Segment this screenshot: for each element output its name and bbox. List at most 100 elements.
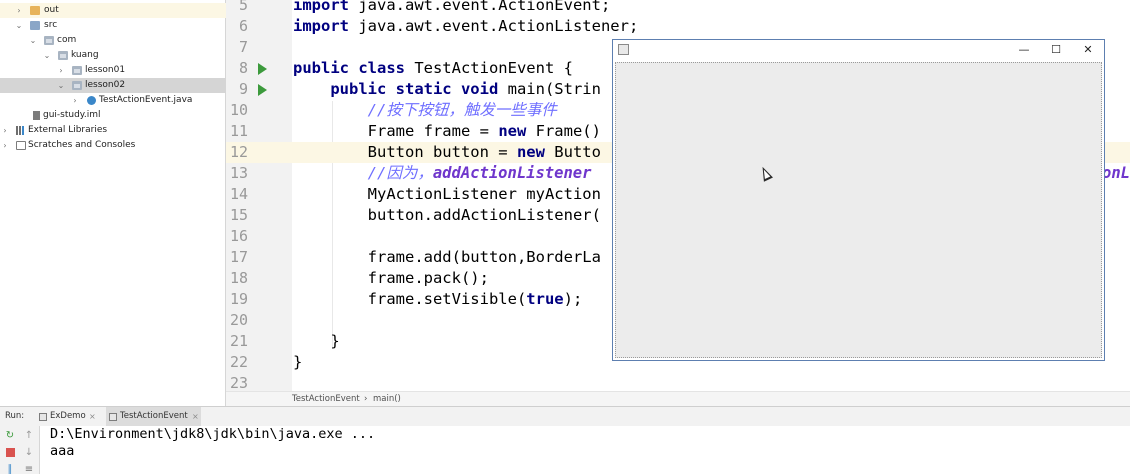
- chevron-right-icon[interactable]: ›: [1, 138, 9, 153]
- tree-item-label: out: [44, 5, 59, 15]
- libraries-icon: [16, 126, 26, 135]
- run-gutter-icon[interactable]: [258, 63, 267, 75]
- line-number: 16: [229, 227, 248, 245]
- code-text: frame.add(button,BorderLa: [293, 248, 601, 266]
- tab-testactionevent[interactable]: TestActionEvent ×: [106, 407, 201, 427]
- chevron-down-icon[interactable]: ⌄: [15, 18, 23, 33]
- breadcrumb-class[interactable]: TestActionEvent: [292, 392, 360, 406]
- close-button[interactable]: ✕: [1073, 40, 1103, 60]
- java-class-icon: [87, 96, 96, 105]
- console-line: D:\Environment\jdk8\jdk\bin\java.exe ...: [50, 426, 376, 442]
- tree-item-kuang[interactable]: ⌄ kuang: [0, 48, 226, 63]
- code-text: import java.awt.event.ActionEvent;: [293, 0, 611, 14]
- tree-item-lesson01[interactable]: › lesson01: [0, 63, 226, 78]
- tree-item-testactionevent[interactable]: › TestActionEvent.java: [0, 93, 226, 108]
- code-text: MyActionListener myAction: [293, 185, 601, 203]
- tree-item-out[interactable]: › out: [0, 3, 226, 18]
- line-number: 14: [229, 185, 248, 203]
- tree-item-com[interactable]: ⌄ com: [0, 33, 226, 48]
- chevron-down-icon[interactable]: ⌄: [29, 33, 37, 48]
- pause-icon[interactable]: ∥: [4, 464, 16, 474]
- code-text: public class TestActionEvent {: [293, 59, 573, 77]
- package-icon: [44, 36, 54, 45]
- tree-item-label: com: [57, 35, 77, 45]
- code-line[interactable]: 6 import java.awt.event.ActionListener;: [226, 16, 1130, 37]
- line-number: 21: [229, 332, 248, 350]
- line-number: 20: [229, 311, 248, 329]
- run-config-icon: [109, 413, 117, 421]
- tree-item-iml[interactable]: gui-study.iml: [0, 108, 226, 123]
- tree-item-label: Scratches and Consoles: [28, 140, 136, 150]
- code-text: }: [293, 353, 303, 371]
- console-line: aaa: [50, 443, 75, 459]
- tree-item-external-libraries[interactable]: › External Libraries: [0, 123, 226, 138]
- tree-item-label: lesson01: [85, 65, 126, 75]
- code-overflow-text: onL: [1102, 164, 1130, 182]
- breadcrumb: TestActionEvent › main(): [226, 391, 1130, 406]
- line-number: 8: [238, 59, 248, 77]
- line-number: 13: [229, 164, 248, 182]
- run-label: Run:: [5, 411, 25, 421]
- scratches-icon: [16, 141, 26, 150]
- close-icon[interactable]: ×: [89, 407, 96, 426]
- stop-button[interactable]: [4, 447, 16, 459]
- tree-item-scratches[interactable]: › Scratches and Consoles: [0, 138, 226, 153]
- tree-item-label: lesson02: [85, 80, 126, 90]
- package-icon: [72, 66, 82, 75]
- minimize-button[interactable]: —: [1009, 40, 1039, 60]
- code-text: }: [293, 332, 340, 350]
- source-folder-icon: [30, 21, 40, 30]
- line-number: 18: [229, 269, 248, 287]
- code-line[interactable]: 5 import java.awt.event.ActionEvent;: [226, 0, 1130, 16]
- maximize-button[interactable]: ☐: [1041, 40, 1071, 60]
- tree-item-label: External Libraries: [28, 125, 108, 135]
- line-number: 12: [229, 143, 248, 161]
- chevron-right-icon[interactable]: ›: [71, 93, 79, 108]
- code-text: button.addActionListener(: [293, 206, 601, 224]
- tree-item-lesson02[interactable]: ⌄ lesson02: [0, 78, 226, 93]
- awt-frame-window[interactable]: — ☐ ✕: [612, 39, 1105, 361]
- line-number: 5: [238, 0, 248, 14]
- chevron-right-icon[interactable]: ›: [15, 3, 23, 18]
- line-number: 11: [229, 122, 248, 140]
- tree-item-src[interactable]: ⌄ src: [0, 18, 226, 33]
- arrow-up-icon[interactable]: ↑: [23, 430, 35, 442]
- line-number: 17: [229, 248, 248, 266]
- line-number: 6: [238, 17, 248, 35]
- folder-icon: [30, 6, 40, 15]
- tree-item-label: kuang: [71, 50, 99, 60]
- line-number: 9: [238, 80, 248, 98]
- run-config-icon: [39, 413, 47, 421]
- code-text: Frame frame = new Frame(): [293, 122, 601, 140]
- chevron-down-icon[interactable]: ⌄: [43, 48, 51, 63]
- breadcrumb-separator: ›: [364, 394, 368, 404]
- tree-item-label: gui-study.iml: [43, 110, 101, 120]
- close-icon[interactable]: ×: [192, 407, 199, 426]
- tree-item-label: TestActionEvent.java: [99, 95, 193, 105]
- window-titlebar[interactable]: — ☐ ✕: [613, 40, 1104, 60]
- chevron-right-icon[interactable]: ›: [1, 123, 9, 138]
- run-tool-window-header: Run: ExDemo × TestActionEvent ×: [0, 406, 1130, 427]
- tree-item-label: src: [44, 20, 58, 30]
- rerun-icon[interactable]: ↻: [4, 430, 16, 442]
- code-text: public static void main(Strin: [330, 80, 601, 98]
- console-output[interactable]: D:\Environment\jdk8\jdk\bin\java.exe ...…: [40, 426, 1130, 474]
- frame-content-area[interactable]: [615, 62, 1102, 358]
- package-icon: [58, 51, 68, 60]
- soft-wrap-icon[interactable]: ≡: [23, 464, 35, 474]
- breadcrumb-method[interactable]: main(): [373, 392, 401, 406]
- code-text: import java.awt.event.ActionListener;: [293, 17, 639, 35]
- line-number: 19: [229, 290, 248, 308]
- ide-window: › out ⌄ src ⌄ com ⌄ kuang › lesson01 ⌄ l…: [0, 0, 1130, 474]
- tab-exdemo[interactable]: ExDemo ×: [36, 407, 102, 427]
- stop-icon: [5, 448, 15, 457]
- code-text: Button button = new Butto: [293, 143, 601, 161]
- line-number: 15: [229, 206, 248, 224]
- line-number: 10: [229, 101, 248, 119]
- package-icon: [72, 81, 82, 90]
- code-text: //按下按钮，触发一些事件: [367, 101, 557, 119]
- chevron-right-icon[interactable]: ›: [57, 63, 65, 78]
- chevron-down-icon[interactable]: ⌄: [57, 78, 65, 93]
- run-gutter-icon[interactable]: [258, 84, 267, 96]
- arrow-down-icon[interactable]: ↓: [23, 447, 35, 459]
